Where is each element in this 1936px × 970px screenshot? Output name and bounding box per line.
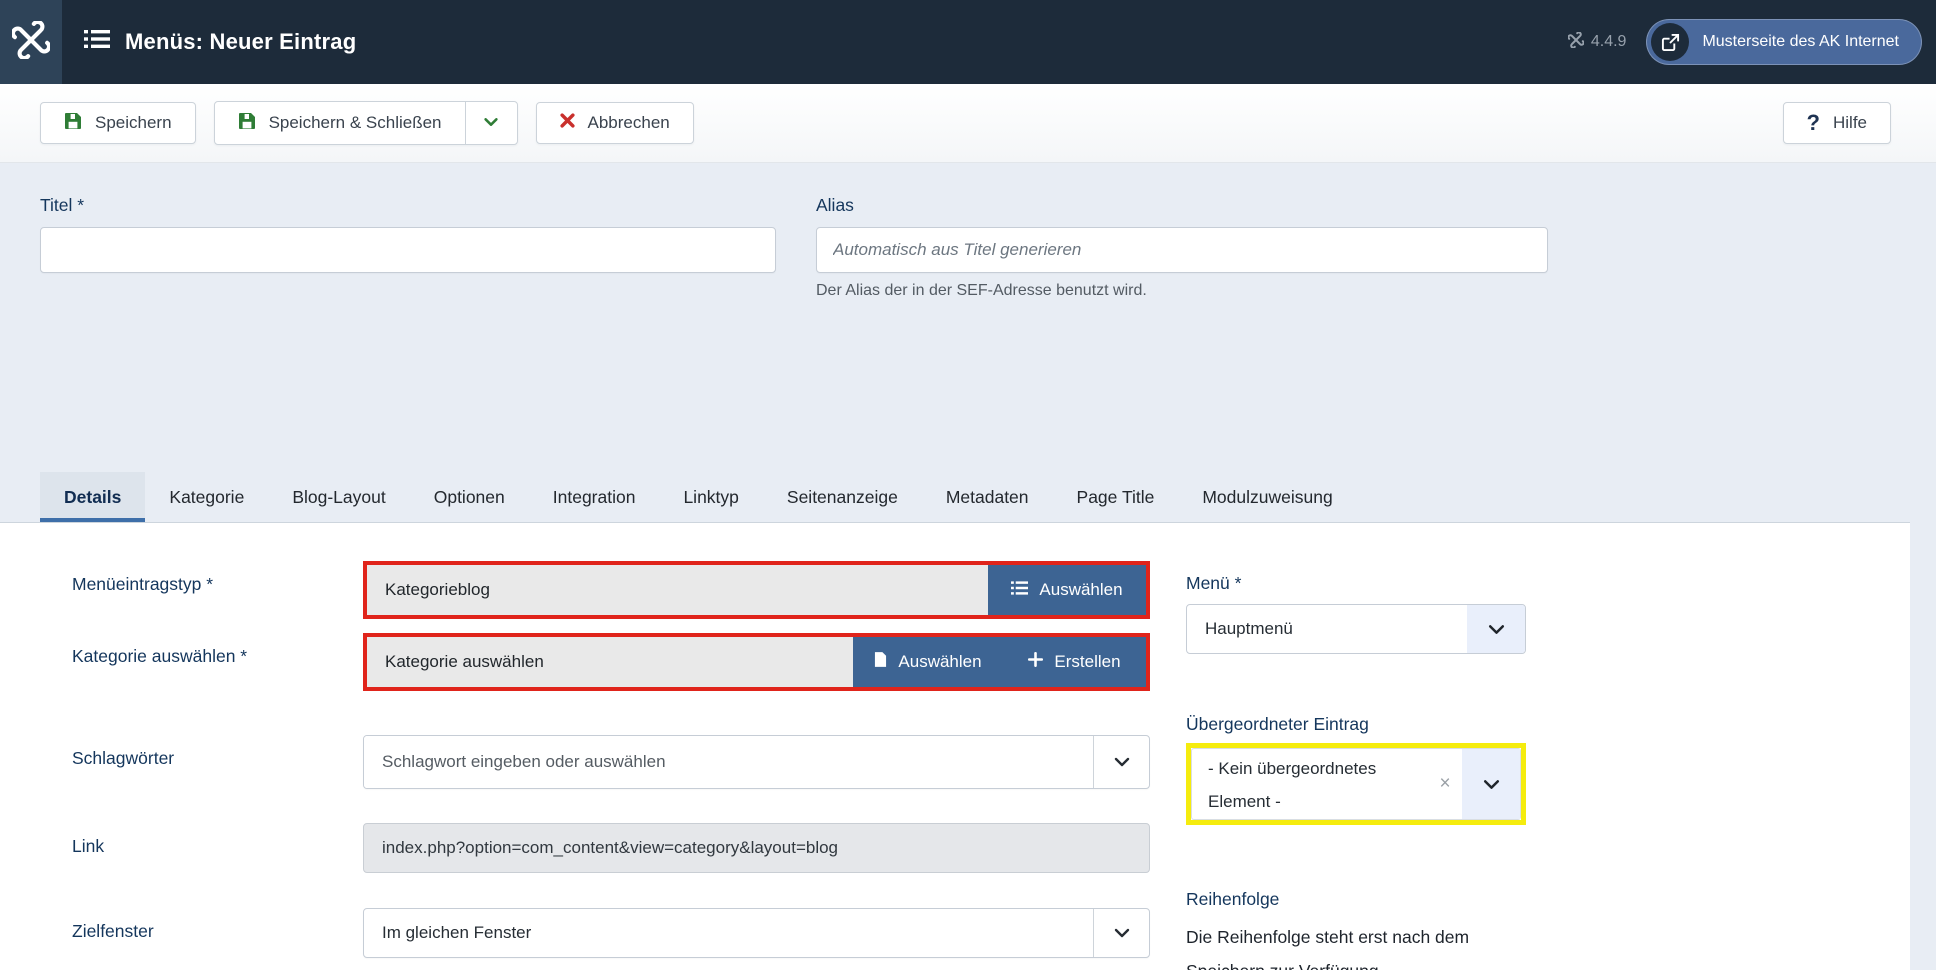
tab-page-title[interactable]: Page Title [1053, 472, 1179, 522]
menu-item-type-select-label: Auswählen [1039, 580, 1122, 600]
parent-item-label: Übergeordneter Eintrag [1186, 714, 1526, 735]
save-options-dropdown-toggle[interactable] [465, 102, 517, 144]
chevron-down-icon [482, 113, 500, 134]
ordering-label: Reihenfolge [1186, 889, 1526, 910]
menu-select[interactable]: Hauptmenü [1186, 604, 1526, 654]
admin-header-bar: Menüs: Neuer Eintrag 4.4.9 [0, 0, 1936, 84]
tab-blog-layout[interactable]: Blog-Layout [268, 472, 409, 522]
page-title-text: Menüs: Neuer Eintrag [125, 29, 356, 55]
plus-icon [1028, 652, 1043, 672]
menu-item-type-value [367, 565, 988, 615]
save-icon [238, 112, 256, 135]
alias-field-label: Alias [816, 195, 1548, 216]
category-select-label: Auswählen [898, 652, 981, 672]
menu-item-type-label: Menüeintragstyp * [72, 561, 363, 595]
alias-help-text: Der Alias der in der SEF-Adresse benutzt… [816, 282, 1548, 300]
list-icon [1011, 580, 1028, 600]
help-label: Hilfe [1833, 113, 1867, 133]
main-content: Titel * Alias Der Alias der in der SEF-A… [0, 163, 1936, 970]
cancel-button[interactable]: Abbrechen [536, 102, 694, 144]
category-create-button[interactable]: Erstellen [1003, 637, 1146, 687]
tab-optionen[interactable]: Optionen [410, 472, 529, 522]
annotation-yellow-box-parent-item: - Kein übergeordnetes Element - × [1186, 743, 1526, 825]
site-preview-button[interactable]: Musterseite des AK Internet [1646, 19, 1922, 65]
tab-kategorie[interactable]: Kategorie [145, 472, 268, 522]
tab-seitenanzeige[interactable]: Seitenanzeige [763, 472, 922, 522]
parent-item-select[interactable]: - Kein übergeordnetes Element - × [1191, 748, 1521, 820]
cancel-x-icon [560, 113, 575, 133]
category-value [367, 637, 853, 687]
menu-list-icon [84, 29, 110, 55]
tags-combobox [363, 735, 1150, 789]
version-text: 4.4.9 [1591, 33, 1627, 51]
save-icon [64, 112, 82, 135]
menu-select-value: Hauptmenü [1187, 605, 1467, 653]
chevron-down-icon[interactable] [1093, 909, 1149, 957]
target-window-select[interactable]: Im gleichen Fenster [363, 908, 1150, 958]
page-title: Menüs: Neuer Eintrag [84, 29, 356, 55]
link-value [363, 823, 1150, 873]
link-label: Link [72, 823, 363, 857]
details-tab-panel: Menüeintragstyp * A [0, 523, 1910, 970]
save-close-button[interactable]: Speichern & Schließen [215, 102, 465, 144]
tab-metadaten[interactable]: Metadaten [922, 472, 1053, 522]
action-toolbar: Speichern Speichern & Schließen Abbreche… [0, 84, 1936, 163]
category-label: Kategorie auswählen * [72, 633, 363, 667]
annotation-red-box-category: Auswählen Erstellen [363, 633, 1150, 691]
cancel-label: Abbrechen [588, 113, 670, 133]
annotation-red-box-menu-item-type: Auswählen [363, 561, 1150, 619]
parent-item-value: - Kein übergeordnetes Element - [1192, 749, 1428, 819]
item-settings-sidebar: Menü * Hauptmenü Übergeordneter Eintrag … [1186, 561, 1526, 970]
help-button[interactable]: ? Hilfe [1783, 102, 1891, 144]
ordering-help-text: Die Reihenfolge steht erst nach dem Spei… [1186, 920, 1526, 970]
joomla-logo-icon [12, 21, 50, 64]
chevron-down-icon[interactable] [1462, 749, 1520, 819]
title-field-label: Titel * [40, 195, 776, 216]
target-window-value: Im gleichen Fenster [364, 909, 1093, 957]
target-window-label: Zielfenster [72, 908, 363, 942]
save-button[interactable]: Speichern [40, 102, 196, 144]
save-close-label: Speichern & Schließen [269, 113, 442, 133]
tab-modulzuweisung[interactable]: Modulzuweisung [1178, 472, 1356, 522]
save-close-split-button: Speichern & Schließen [214, 101, 518, 145]
form-tabbar: Details Kategorie Blog-Layout Optionen I… [0, 472, 1910, 523]
joomla-version-icon [1568, 32, 1584, 53]
tab-details[interactable]: Details [40, 472, 145, 522]
version-badge: 4.4.9 [1568, 32, 1627, 53]
tags-input[interactable] [364, 736, 1093, 788]
clear-selection-icon[interactable]: × [1428, 749, 1462, 819]
question-mark-icon: ? [1807, 110, 1820, 136]
alias-input[interactable] [816, 227, 1548, 273]
menu-select-label: Menü * [1186, 573, 1526, 594]
file-icon [874, 652, 887, 672]
tab-integration[interactable]: Integration [529, 472, 660, 522]
menu-item-type-select-button[interactable]: Auswählen [988, 565, 1146, 615]
tab-linktyp[interactable]: Linktyp [659, 472, 762, 522]
site-preview-label: Musterseite des AK Internet [1702, 33, 1899, 51]
category-select-button[interactable]: Auswählen [853, 637, 1003, 687]
external-link-icon [1651, 23, 1689, 61]
title-input[interactable] [40, 227, 776, 273]
chevron-down-icon[interactable] [1093, 736, 1149, 788]
tags-label: Schlagwörter [72, 735, 363, 769]
category-create-label: Erstellen [1054, 652, 1120, 672]
chevron-down-icon[interactable] [1467, 605, 1525, 653]
joomla-logo[interactable] [0, 0, 62, 84]
save-label: Speichern [95, 113, 172, 133]
